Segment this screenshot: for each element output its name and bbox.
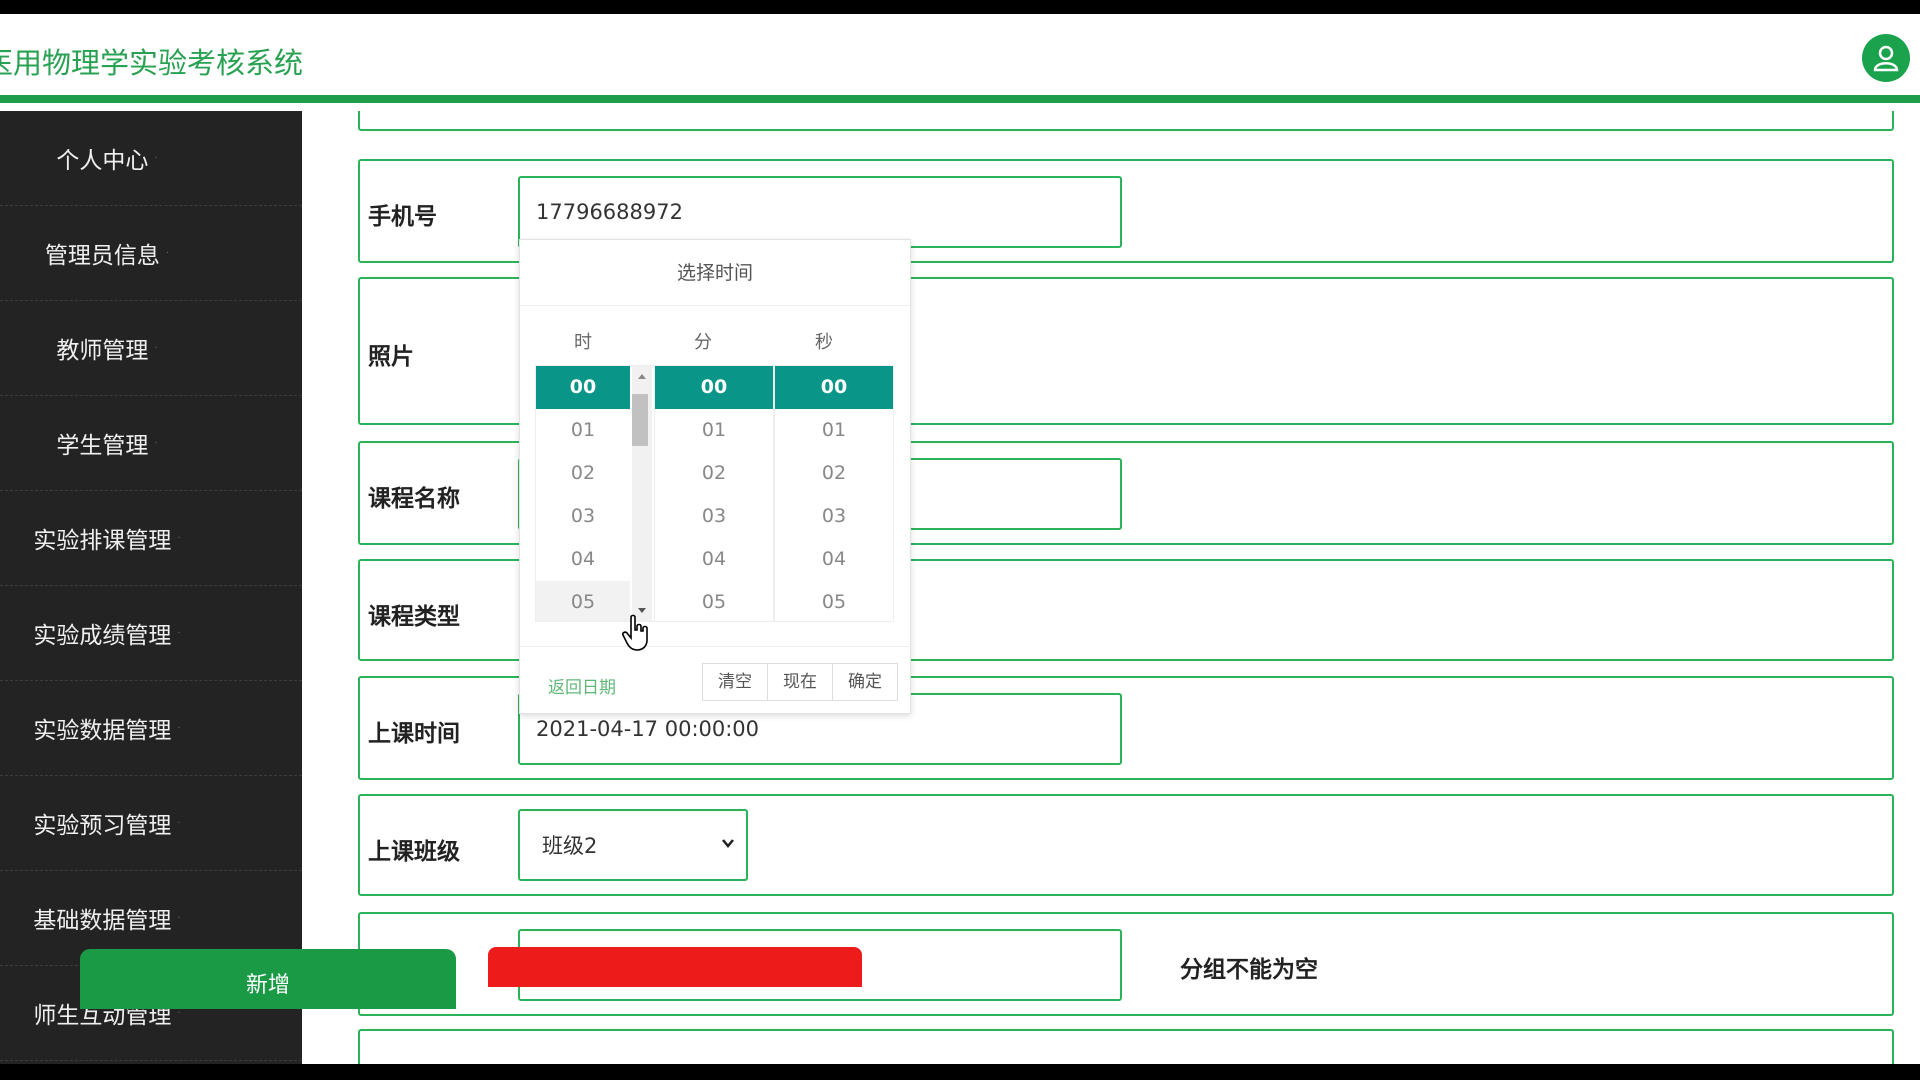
form-row-class-group: 上课班级 班级2 [358,794,1894,896]
hour-option[interactable]: 02 [536,452,630,495]
hour-option[interactable]: 01 [536,409,630,452]
class-group-select[interactable]: 班级2 [518,809,748,881]
sidebar-item-data-management[interactable]: 实验数据管理 [0,681,302,776]
back-to-date-link[interactable]: 返回日期 [548,673,616,698]
second-option[interactable]: 03 [775,495,893,538]
form-row-previous [358,111,1894,131]
add-button[interactable]: 新增 [80,949,456,1009]
chevron-down-icon [722,839,734,848]
group-error-message: 分组不能为空 [1180,957,1318,983]
second-column[interactable]: 00 01 02 03 04 05 [774,365,894,622]
minute-header: 分 [694,332,712,353]
confirm-button[interactable]: 确定 [832,663,898,701]
phone-label: 手机号 [368,204,437,230]
hour-header: 时 [574,332,592,353]
hour-column[interactable]: 00 01 02 03 04 05 [535,365,655,622]
second-header: 秒 [815,332,833,353]
time-picker: 选择时间 时 分 秒 00 01 02 03 04 05 00 01 02 03… [519,239,912,715]
hand-cursor-icon [622,614,648,651]
app-title: 医用物理学实验考核系统 [0,46,304,80]
hour-option[interactable]: 05 [536,581,630,621]
hour-option[interactable]: 04 [536,538,630,581]
course-name-label: 课程名称 [368,486,460,512]
now-button[interactable]: 现在 [767,663,833,701]
sidebar-item-score-management[interactable]: 实验成绩管理 [0,586,302,681]
time-picker-title: 选择时间 [520,240,910,306]
clear-button[interactable]: 清空 [702,663,768,701]
sidebar-item-admin-info[interactable]: 管理员信息 [0,206,302,301]
phone-input[interactable]: 17796688972 [518,176,1122,248]
scroll-up-icon[interactable] [632,370,652,384]
second-option[interactable]: 02 [775,452,893,495]
sidebar-item-student-management[interactable]: 学生管理 [0,396,302,491]
hour-option[interactable]: 00 [536,366,630,409]
time-picker-actions: 清空 现在 确定 [702,663,898,701]
sidebar-item-personal-center[interactable]: 个人中心 [0,111,302,206]
overlay-banner [488,947,862,987]
course-type-label: 课程类型 [368,604,460,630]
app-window: 医用物理学实验考核系统 个人中心 管理员信息 教师管理 学生管理 实验排课管理 … [0,14,1920,1064]
second-option[interactable]: 04 [775,538,893,581]
class-group-label: 上课班级 [368,839,460,865]
second-option[interactable]: 01 [775,409,893,452]
minute-option[interactable]: 03 [655,495,773,538]
class-group-selected: 班级2 [542,834,598,858]
sidebar-item-schedule-management[interactable]: 实验排课管理 [0,491,302,586]
minute-option[interactable]: 00 [655,366,773,409]
sidebar: 个人中心 管理员信息 教师管理 学生管理 实验排课管理 实验成绩管理 实验数据管… [0,111,302,1064]
sidebar-item-preview-management[interactable]: 实验预习管理 [0,776,302,871]
minute-option[interactable]: 05 [655,581,773,621]
class-time-label: 上课时间 [368,721,460,747]
photo-label: 照片 [368,344,414,370]
user-avatar[interactable] [1862,34,1910,82]
minute-column[interactable]: 00 01 02 03 04 05 [654,365,774,622]
minute-option[interactable]: 02 [655,452,773,495]
second-option[interactable]: 05 [775,581,893,621]
form-row-actions [358,1029,1894,1064]
time-picker-footer: 返回日期 清空 现在 确定 [520,646,912,715]
top-header: 医用物理学实验考核系统 [0,14,1920,103]
second-option[interactable]: 00 [775,366,893,409]
sidebar-item-teacher-management[interactable]: 教师管理 [0,301,302,396]
minute-option[interactable]: 01 [655,409,773,452]
hour-scroll-thumb[interactable] [632,394,648,446]
user-icon [1873,45,1899,72]
hour-option[interactable]: 03 [536,495,630,538]
minute-option[interactable]: 04 [655,538,773,581]
